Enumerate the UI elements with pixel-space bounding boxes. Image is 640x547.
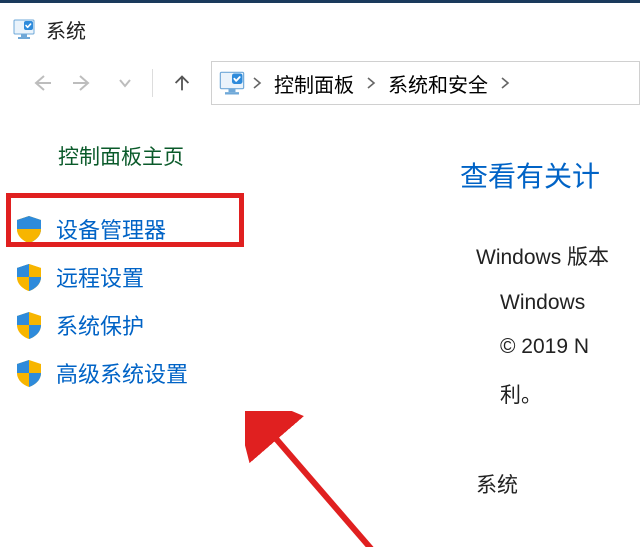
sidebar-item-label: 高级系统设置 <box>56 357 188 389</box>
info-windows-edition-label: Windows 版本 <box>476 241 640 271</box>
chevron-right-icon[interactable] <box>496 76 514 90</box>
shield-icon <box>14 262 44 292</box>
system-icon <box>218 70 246 96</box>
nav-row: 控制面板 系统和安全 <box>0 55 640 111</box>
up-button[interactable] <box>165 66 199 100</box>
shield-icon <box>14 310 44 340</box>
forward-button[interactable] <box>66 66 100 100</box>
sidebar: 控制面板主页 设备管理器 远程设置 系统保护 <box>0 141 310 397</box>
breadcrumb-bar[interactable]: 控制面板 系统和安全 <box>211 61 640 105</box>
sidebar-item-label: 远程设置 <box>56 261 144 293</box>
sidebar-heading: 控制面板主页 <box>58 141 310 171</box>
recent-dropdown[interactable] <box>108 66 142 100</box>
sidebar-item-remote-settings[interactable]: 远程设置 <box>0 253 310 301</box>
titlebar: 系统 <box>0 3 640 55</box>
shield-icon <box>14 214 44 244</box>
sidebar-item-system-protection[interactable]: 系统保护 <box>0 301 310 349</box>
nav-separator <box>152 69 153 97</box>
sidebar-item-device-manager[interactable]: 设备管理器 <box>0 205 310 253</box>
breadcrumb-item-control-panel[interactable]: 控制面板 <box>266 69 362 98</box>
back-button[interactable] <box>24 66 58 100</box>
shield-icon <box>14 358 44 388</box>
window-title: 系统 <box>46 15 86 44</box>
main-heading: 查看有关计 <box>460 155 640 195</box>
main-column: 查看有关计 Windows 版本 Windows © 2019 N 利。 系统 <box>460 155 640 519</box>
chevron-right-icon[interactable] <box>248 76 266 90</box>
system-icon <box>12 18 36 40</box>
sidebar-item-advanced-settings[interactable]: 高级系统设置 <box>0 349 310 397</box>
sidebar-item-label: 设备管理器 <box>56 213 166 245</box>
sidebar-item-label: 系统保护 <box>56 309 144 341</box>
content-area: 控制面板主页 设备管理器 远程设置 系统保护 <box>0 141 640 541</box>
breadcrumb-item-system-security[interactable]: 系统和安全 <box>380 69 496 98</box>
info-system-section: 系统 <box>476 469 640 499</box>
info-copyright-line2: 利。 <box>500 379 640 409</box>
info-windows-value: Windows <box>500 291 640 315</box>
chevron-right-icon[interactable] <box>362 76 380 90</box>
annotation-arrow <box>245 411 445 547</box>
info-copyright-line1: © 2019 N <box>500 335 640 359</box>
